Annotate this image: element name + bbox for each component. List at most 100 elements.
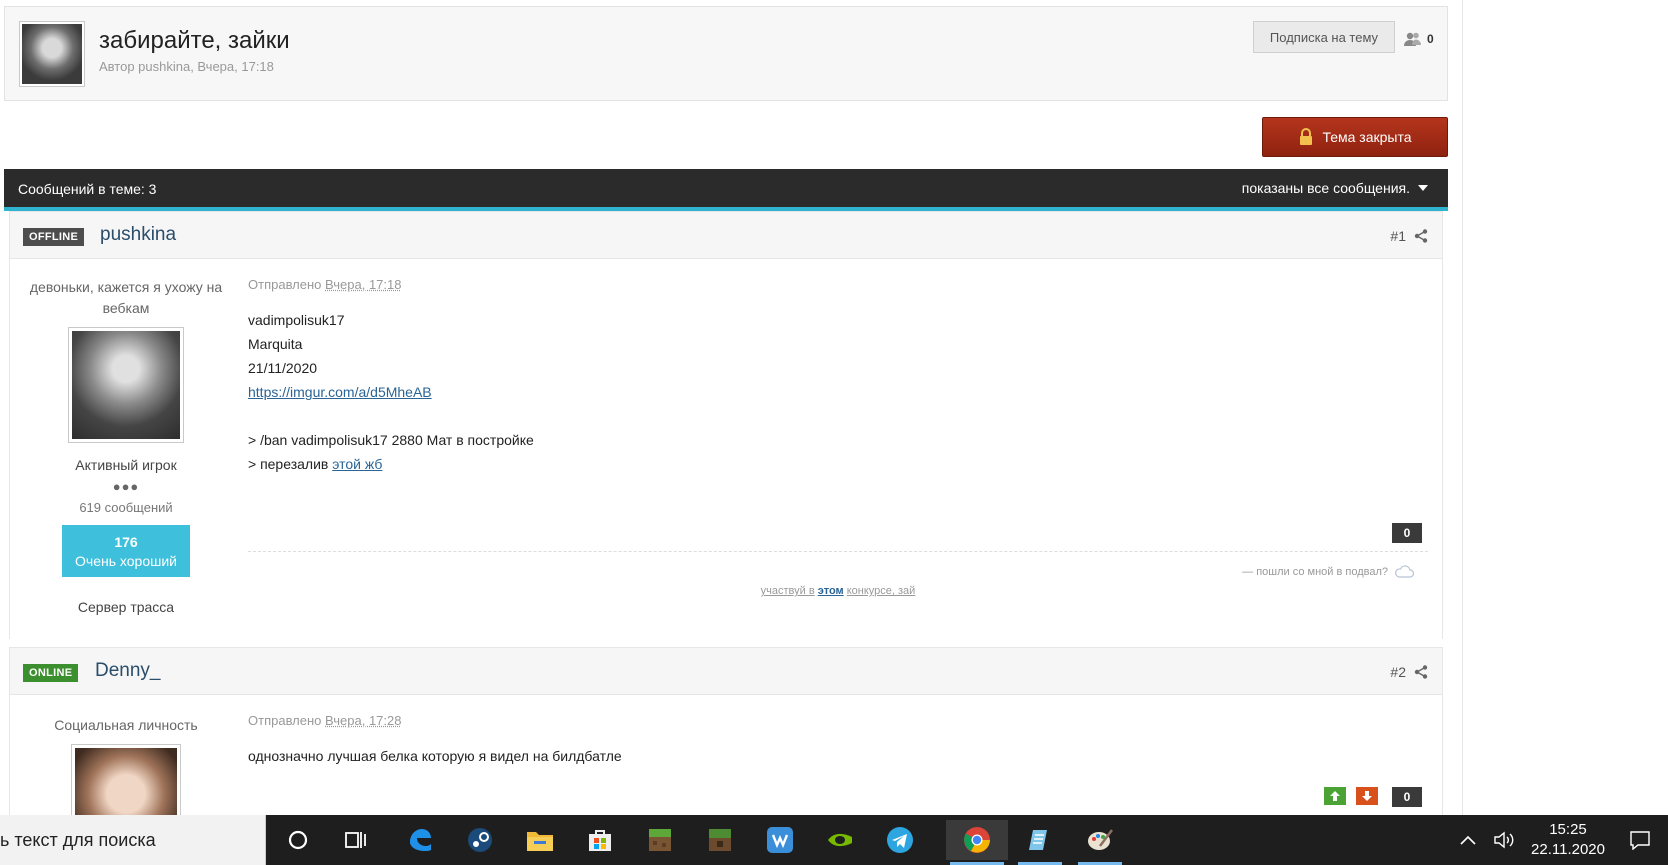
clock-time: 15:25 [1549,821,1587,838]
paint-icon [1088,829,1113,850]
author-sidebar: девоньки, кажется я ухожу на вебкам Акти… [10,259,242,615]
post: OFFLINE pushkina #1 девоньки, кажется я … [9,211,1443,639]
content-line: 21/11/2020 [248,360,318,376]
shown-filter[interactable]: показаны все сообщения. [1242,180,1428,196]
volume-icon [1494,831,1514,849]
task-view-button[interactable] [330,820,382,860]
cortana-icon [288,830,308,850]
task-view-icon [345,832,366,848]
followers-count[interactable]: 0 [1403,31,1434,47]
minecraft-dungeons-icon [709,829,731,851]
content-line: vadimpolisuk17 [248,312,345,328]
store-button[interactable] [574,820,626,860]
post-body: Отправлено Вчера, 17:18 vadimpolisuk17 M… [248,259,1428,639]
system-tray: 15:25 22.11.2020 [1452,815,1668,865]
topic-locked-button[interactable]: Тема закрыта [1262,117,1448,157]
reputation-label: Очень хороший [75,552,177,569]
shown-label: показаны все сообщения. [1241,180,1410,196]
user-title: Социальная личность [54,717,198,733]
file-explorer-button[interactable] [514,820,566,860]
signature-contest-b: конкурсе, зай [846,585,916,597]
content-line: > перезалив этой жб [248,452,1428,476]
followers-number: 0 [1427,32,1434,46]
posted-date: Отправлено Вчера, 17:18 [248,277,1428,292]
steam-icon [468,828,492,852]
post-number[interactable]: #1 [1390,228,1428,244]
posted-prefix: Отправлено [248,713,322,728]
posted-prefix: Отправлено [248,277,322,292]
vote-up-button[interactable] [1324,787,1346,805]
chrome-button[interactable] [946,820,1008,865]
arrow-down-icon [1362,791,1372,801]
post-body: Отправлено Вчера, 17:28 однозначно лучша… [248,695,1428,815]
post-number-label: #2 [1390,664,1406,680]
signature-contest-link[interactable]: этом [818,585,844,597]
telegram-button[interactable] [874,820,926,860]
paint-button[interactable] [1074,820,1126,865]
vote-down-button[interactable] [1356,787,1378,805]
post-number-label: #1 [1390,228,1406,244]
edge-button[interactable] [394,820,446,860]
content-line: Marquita [248,336,303,352]
post-header: ONLINE Denny_ #2 [10,647,1442,695]
lock-icon [1300,128,1313,145]
cloud-icon [1395,565,1414,578]
minecraft-button[interactable] [634,820,686,860]
signature-contest: участвуй в этом конкурсе, зай [248,585,1428,597]
user-title: девоньки, кажется я ухожу на вебкам [29,279,223,316]
nvidia-button[interactable] [814,820,866,860]
file-explorer-icon [527,832,553,851]
caret-down-icon [1418,185,1428,191]
post: ONLINE Denny_ #2 Социальная личность Отп… [9,647,1443,815]
avatar[interactable] [71,744,181,815]
messages-bar: Сообщений в теме: 3 показаны все сообщен… [4,169,1448,211]
notepad-button[interactable] [1014,820,1066,865]
taskbar-search-input[interactable]: ь текст для поиска [0,815,266,865]
signature-divider [248,551,1428,552]
subscribe-button[interactable]: Подписка на тему [1253,21,1395,53]
reupload-prefix: > перезалив [248,456,329,472]
telegram-icon [887,827,913,853]
windows-taskbar: ь текст для поиска 15:25 22.11.2020 [0,815,1668,865]
tray-overflow[interactable] [1452,835,1484,845]
chrome-icon [964,827,990,853]
users-icon [1404,32,1421,46]
chevron-up-icon [1460,835,1476,845]
clock-date: 22.11.2020 [1531,841,1605,858]
post-content: однозначно лучшая белка которую я видел … [248,748,622,764]
share-icon[interactable] [1414,229,1428,243]
avatar[interactable] [68,327,184,443]
signature-quote-text: — пошли со мной в подвал? [1242,565,1388,578]
rank-pips: ●●● [112,479,140,494]
store-icon [589,830,611,851]
arrow-up-icon [1330,791,1340,801]
notification-icon [1630,831,1650,850]
post-rep-count: 0 [1392,787,1422,807]
minecraft-icon [649,829,671,851]
imgur-link[interactable]: https://imgur.com/a/d5MheAB [248,384,432,400]
post-number[interactable]: #2 [1390,664,1428,680]
steam-button[interactable] [454,820,506,860]
volume-button[interactable] [1484,831,1524,849]
status-badge: ONLINE [23,664,79,682]
reupload-link[interactable]: этой жб [332,456,382,472]
action-center-button[interactable] [1612,830,1668,850]
share-icon[interactable] [1414,665,1428,679]
posted-date: Отправлено Вчера, 17:28 [248,713,1428,728]
forum-page: забирайте, зайки Автор pushkina, Вчера, … [0,0,1462,815]
post-content: vadimpolisuk17 Marquita 21/11/2020 https… [248,308,1428,476]
topic-header: забирайте, зайки Автор pushkina, Вчера, … [4,6,1448,101]
taskbar-clock[interactable]: 15:25 22.11.2020 [1524,820,1612,860]
cortana-button[interactable] [272,820,324,860]
minecraft-dungeons-button[interactable] [694,820,746,860]
messages-count: Сообщений в теме: 3 [18,181,157,197]
vk-button[interactable] [754,820,806,860]
reputation-value: 176 [114,533,138,550]
post-author[interactable]: pushkina [100,224,176,246]
post-author[interactable]: Denny_ [95,660,161,682]
edge-icon [410,829,431,851]
vk-icon [767,827,793,853]
topic-author-avatar[interactable] [19,21,85,87]
post-header: OFFLINE pushkina #1 [10,211,1442,259]
post-count[interactable]: 619 сообщений [10,500,242,515]
